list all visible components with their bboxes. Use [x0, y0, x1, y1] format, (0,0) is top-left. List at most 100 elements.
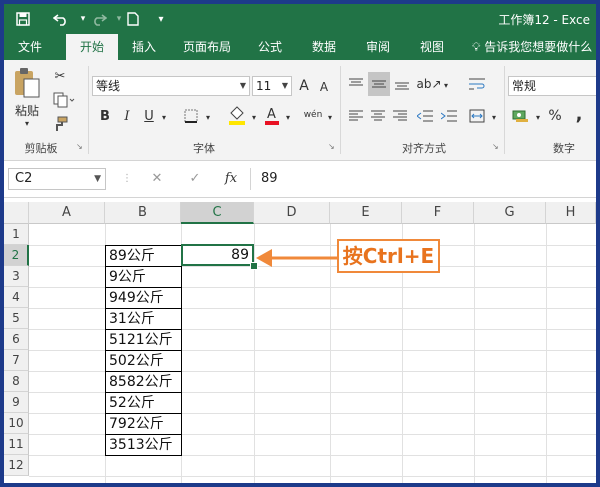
- ribbon-tabs: 文件 开始 插入 页面布局 公式 数据 审阅 视图 💡︎ 告诉我您想要做什么: [4, 34, 596, 60]
- cell-b6[interactable]: 5121公斤: [105, 329, 182, 351]
- align-center-icon[interactable]: [368, 106, 388, 126]
- enter-icon[interactable]: ✓: [184, 169, 206, 189]
- font-size-combo[interactable]: 11 ▼: [252, 76, 292, 96]
- number-format-combo[interactable]: 常规: [508, 76, 596, 96]
- align-right-icon[interactable]: [390, 106, 410, 126]
- underline-button[interactable]: U: [140, 106, 158, 126]
- increase-indent-icon[interactable]: [438, 106, 460, 126]
- font-launcher-icon[interactable]: ↘: [328, 142, 335, 151]
- orientation-dropdown-icon[interactable]: ▾: [440, 76, 452, 94]
- font-color-dropdown-icon[interactable]: ▾: [282, 108, 294, 126]
- align-left-icon[interactable]: [346, 106, 366, 126]
- cell-b3[interactable]: 9公斤: [105, 266, 182, 288]
- borders-dropdown-icon[interactable]: ▾: [202, 108, 214, 126]
- orientation-icon[interactable]: ab↗: [416, 74, 441, 94]
- phonetic-guide-button[interactable]: wén: [302, 104, 324, 126]
- grow-font-button[interactable]: A: [296, 76, 312, 96]
- align-top-icon[interactable]: [346, 74, 366, 94]
- row-header-7[interactable]: 7: [4, 350, 29, 371]
- paste-dropdown-icon[interactable]: ▾: [20, 118, 34, 128]
- tab-review[interactable]: 审阅: [356, 34, 400, 60]
- cell-b2[interactable]: 89公斤: [105, 245, 182, 267]
- row-header-3[interactable]: 3: [4, 266, 29, 287]
- percent-button[interactable]: %: [546, 106, 564, 126]
- merge-center-icon[interactable]: [466, 106, 488, 126]
- worksheet-grid[interactable]: A B C D E F G H 1 2 3 4 5 6 7 8 9 10 11 …: [4, 202, 596, 483]
- tab-insert[interactable]: 插入: [122, 34, 166, 60]
- accounting-format-icon[interactable]: [510, 106, 532, 126]
- insert-function-icon[interactable]: fx: [220, 169, 242, 189]
- cell-b7[interactable]: 502公斤: [105, 350, 182, 372]
- copy-icon[interactable]: [50, 90, 78, 110]
- align-middle-icon[interactable]: [368, 72, 390, 96]
- tell-me-box[interactable]: 💡︎ 告诉我您想要做什么: [472, 34, 592, 60]
- select-all-corner[interactable]: [4, 202, 29, 224]
- row-header-2[interactable]: 2: [4, 245, 29, 266]
- col-header-c[interactable]: C: [181, 202, 254, 224]
- tab-view[interactable]: 视图: [410, 34, 454, 60]
- save-icon[interactable]: [12, 7, 34, 31]
- col-header-h[interactable]: H: [546, 202, 596, 224]
- col-header-d[interactable]: D: [254, 202, 330, 224]
- borders-icon[interactable]: [180, 106, 202, 126]
- col-header-f[interactable]: F: [402, 202, 474, 224]
- drag-handle-icon[interactable]: ⋮: [116, 169, 138, 189]
- phonetic-dropdown-icon[interactable]: ▾: [324, 108, 336, 126]
- active-cell-c2[interactable]: 89: [181, 244, 254, 266]
- comma-button[interactable]: ,: [570, 104, 588, 125]
- tab-formulas[interactable]: 公式: [248, 34, 292, 60]
- underline-dropdown-icon[interactable]: ▾: [158, 108, 170, 126]
- col-header-b[interactable]: B: [105, 202, 181, 224]
- tab-page-layout[interactable]: 页面布局: [174, 34, 240, 60]
- shrink-font-button[interactable]: A: [316, 78, 332, 96]
- cell-b8[interactable]: 8582公斤: [105, 371, 182, 393]
- cell-b5[interactable]: 31公斤: [105, 308, 182, 330]
- col-header-g[interactable]: G: [474, 202, 546, 224]
- customize-icon[interactable]: ▾: [150, 7, 172, 31]
- paste-button[interactable]: 粘贴: [8, 102, 46, 118]
- font-name-combo[interactable]: 等线 ▼: [92, 76, 250, 96]
- tab-home[interactable]: 开始: [66, 34, 118, 60]
- row-header-9[interactable]: 9: [4, 392, 29, 413]
- paste-icon[interactable]: [10, 66, 44, 100]
- cell-b11[interactable]: 3513公斤: [105, 434, 182, 456]
- fill-color-dropdown-icon[interactable]: ▾: [248, 108, 260, 126]
- row-header-10[interactable]: 10: [4, 413, 29, 434]
- col-header-e[interactable]: E: [330, 202, 402, 224]
- row-header-6[interactable]: 6: [4, 329, 29, 350]
- merge-dropdown-icon[interactable]: ▾: [488, 108, 500, 126]
- clipboard-launcher-icon[interactable]: ↘: [76, 142, 83, 151]
- undo-icon[interactable]: [50, 7, 72, 31]
- formula-input[interactable]: 89: [250, 168, 596, 190]
- font-name-value: 等线: [96, 79, 121, 93]
- row-header-4[interactable]: 4: [4, 287, 29, 308]
- new-doc-icon[interactable]: [122, 7, 144, 31]
- svg-text:A: A: [267, 107, 276, 122]
- number-format-value: 常规: [512, 79, 537, 93]
- accounting-dropdown-icon[interactable]: ▾: [532, 108, 544, 126]
- row-header-8[interactable]: 8: [4, 371, 29, 392]
- italic-button[interactable]: I: [118, 106, 136, 126]
- col-header-a[interactable]: A: [29, 202, 105, 224]
- gridline: [474, 224, 475, 483]
- cut-icon[interactable]: ✂: [50, 66, 70, 86]
- wrap-text-icon[interactable]: [466, 74, 488, 94]
- cancel-icon[interactable]: ✕: [146, 169, 168, 189]
- row-header-5[interactable]: 5: [4, 308, 29, 329]
- tab-data[interactable]: 数据: [302, 34, 346, 60]
- bold-button[interactable]: B: [96, 106, 114, 126]
- name-box[interactable]: C2 ▼: [8, 168, 106, 190]
- font-color-icon[interactable]: A: [262, 104, 282, 126]
- row-header-11[interactable]: 11: [4, 434, 29, 455]
- cell-b4[interactable]: 949公斤: [105, 287, 182, 309]
- cell-b10[interactable]: 792公斤: [105, 413, 182, 435]
- fill-color-icon[interactable]: [226, 104, 248, 126]
- cell-b9[interactable]: 52公斤: [105, 392, 182, 414]
- decrease-indent-icon[interactable]: [414, 106, 436, 126]
- tab-file[interactable]: 文件: [8, 34, 52, 60]
- row-header-12[interactable]: 12: [4, 455, 29, 476]
- align-bottom-icon[interactable]: [392, 74, 412, 94]
- row-header-1[interactable]: 1: [4, 224, 29, 245]
- alignment-launcher-icon[interactable]: ↘: [492, 142, 499, 151]
- format-painter-icon[interactable]: [50, 114, 70, 134]
